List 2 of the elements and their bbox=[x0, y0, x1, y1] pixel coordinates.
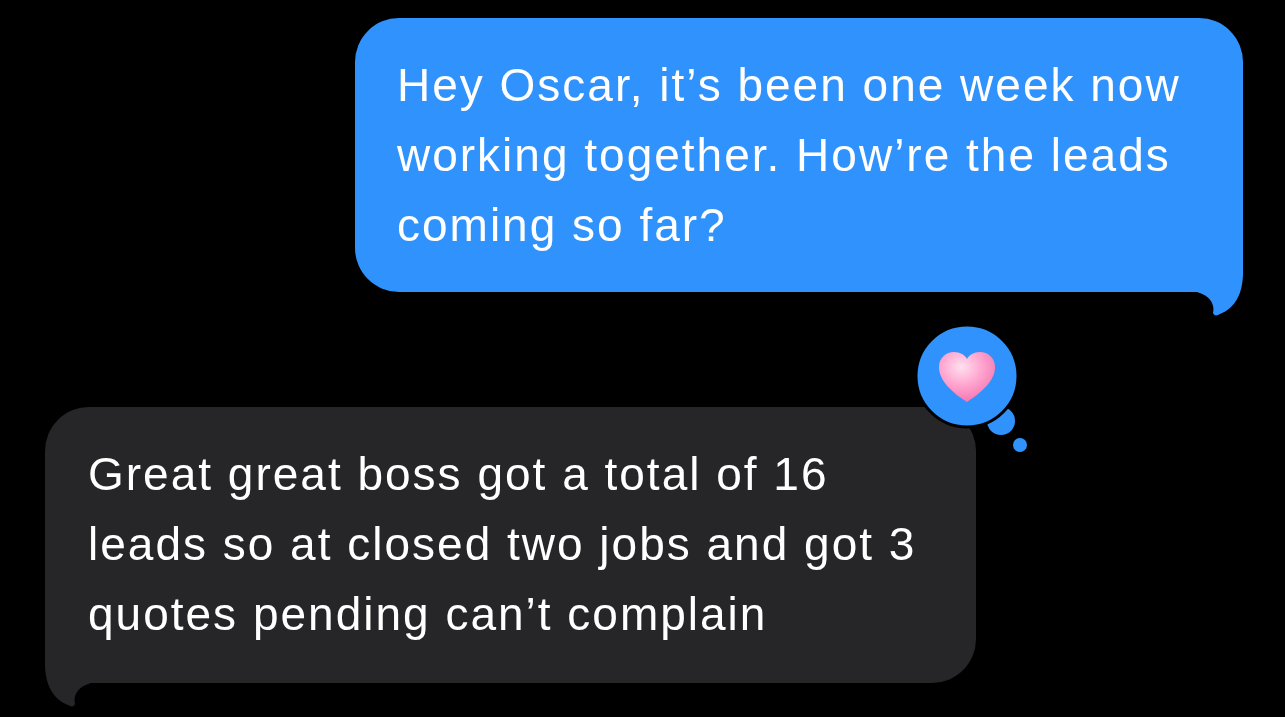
message-bubble: Great great boss got a total of 16 leads so at closed two jobs and got 3 quotes pending can’t complain bbox=[45, 407, 976, 683]
message-bubble: Hey Oscar, it’s been one week now working together. How’re the leads coming so far? bbox=[355, 18, 1243, 292]
